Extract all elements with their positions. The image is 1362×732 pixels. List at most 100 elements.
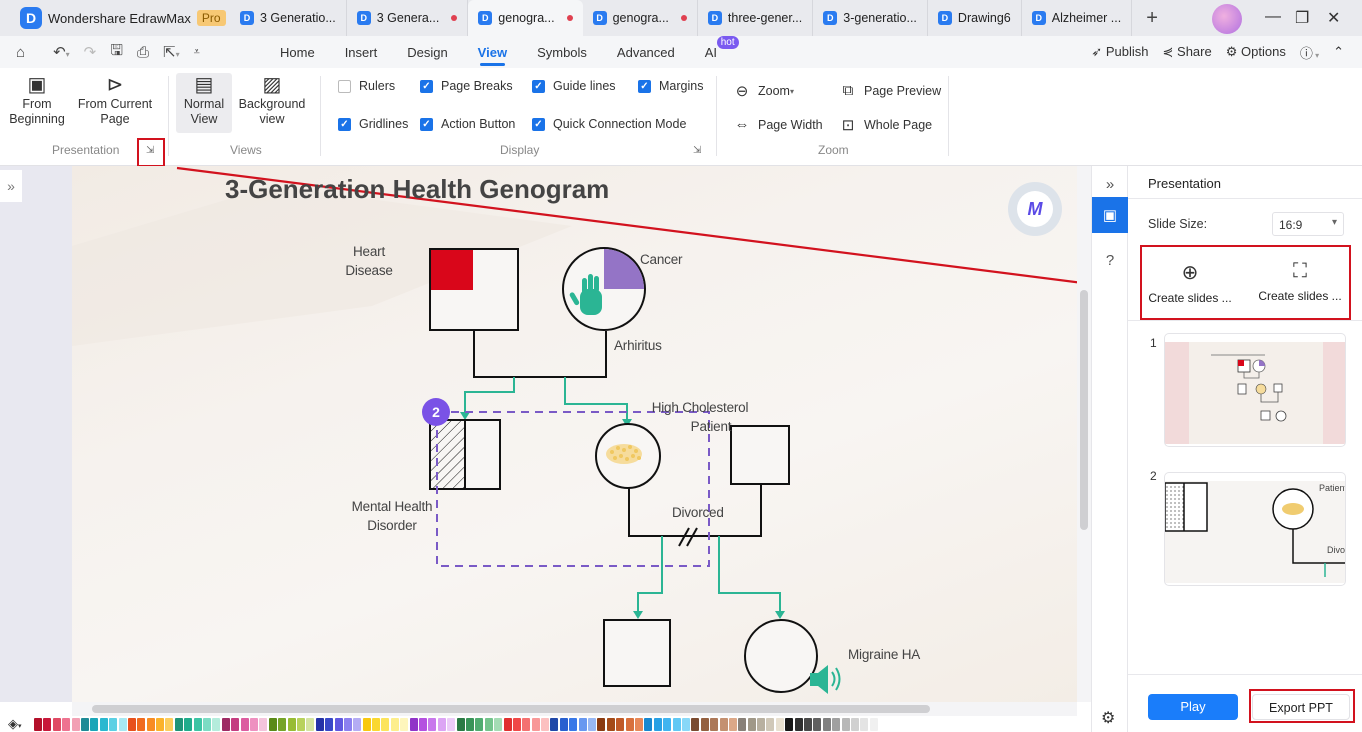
checkbox-box[interactable]: ✓ [338, 117, 351, 131]
vertical-scroll-thumb[interactable] [1080, 290, 1088, 530]
background-view-button[interactable]: ▨ Background view [236, 75, 308, 127]
cancer-label[interactable]: Cancer [640, 250, 683, 269]
checkbox-margins[interactable]: ✓ Margins [638, 79, 703, 93]
color-swatch[interactable] [400, 717, 409, 731]
color-swatch[interactable] [52, 717, 61, 731]
color-swatch[interactable] [362, 717, 371, 731]
color-swatch[interactable] [644, 717, 653, 731]
display-dialog-launcher-icon[interactable]: ⇲ [693, 145, 701, 156]
color-swatch[interactable] [794, 717, 803, 731]
color-swatch[interactable] [80, 717, 89, 731]
color-swatch[interactable] [428, 717, 437, 731]
color-swatch[interactable] [850, 717, 859, 731]
document-tab[interactable]: Dgenogra... [583, 0, 698, 36]
color-swatch[interactable] [541, 717, 550, 731]
color-swatch[interactable] [804, 717, 813, 731]
color-swatch[interactable] [419, 717, 428, 731]
color-swatch[interactable] [757, 717, 766, 731]
whole-page-button[interactable]: ⊡ Whole Page [840, 116, 932, 134]
color-swatch[interactable] [71, 717, 80, 731]
color-swatch[interactable] [663, 717, 672, 731]
play-button[interactable]: Play [1148, 694, 1238, 720]
color-swatch[interactable] [860, 717, 869, 731]
save-icon[interactable]: 🖫 [110, 40, 123, 65]
color-swatch[interactable] [785, 717, 794, 731]
color-swatch[interactable] [249, 717, 258, 731]
color-swatch[interactable] [672, 717, 681, 731]
color-swatch[interactable] [353, 717, 362, 731]
color-swatch[interactable] [156, 717, 165, 731]
create-slides-button-1[interactable]: ⊕ Create slides ... [1140, 260, 1240, 305]
color-swatch[interactable] [653, 717, 662, 731]
menu-tab-design[interactable]: Design [407, 36, 447, 68]
color-swatch[interactable] [409, 717, 418, 731]
menu-tab-symbols[interactable]: Symbols [537, 36, 587, 68]
help-icon[interactable]: ⓘ ▾ [1300, 43, 1319, 62]
color-swatch[interactable] [437, 717, 446, 731]
heart-disease-label[interactable]: Heart Disease [334, 242, 404, 280]
color-swatch[interactable] [869, 717, 878, 731]
color-swatch[interactable] [109, 717, 118, 731]
menu-tab-advanced[interactable]: Advanced [617, 36, 675, 68]
color-swatch[interactable] [710, 717, 719, 731]
color-swatch[interactable] [494, 717, 503, 731]
menu-tab-insert[interactable]: Insert [345, 36, 378, 68]
color-swatch[interactable] [278, 717, 287, 731]
publish-button[interactable]: ➶ Publish [1091, 44, 1148, 60]
color-swatch[interactable] [174, 717, 183, 731]
color-swatch[interactable] [137, 717, 146, 731]
color-swatch[interactable] [728, 717, 737, 731]
color-swatch[interactable] [165, 717, 174, 731]
document-tab[interactable]: D 3-generatio... [813, 0, 928, 36]
color-swatch[interactable] [184, 717, 193, 731]
color-swatch[interactable] [747, 717, 756, 731]
color-swatch[interactable] [635, 717, 643, 731]
expand-left-panel-icon[interactable]: » [0, 170, 22, 202]
from-beginning-button[interactable]: ▣ From Beginning [8, 75, 66, 127]
color-swatch[interactable] [221, 717, 230, 731]
fill-bucket-icon[interactable]: ◈▾ [8, 716, 34, 732]
color-swatch[interactable] [193, 717, 202, 731]
color-swatch[interactable] [813, 717, 822, 731]
color-swatch[interactable] [531, 717, 540, 731]
color-swatch[interactable] [822, 717, 831, 731]
color-swatch[interactable] [569, 717, 578, 731]
color-swatch[interactable] [231, 717, 240, 731]
zoom-button[interactable]: ⊖ Zoom ▾ [734, 82, 794, 100]
color-swatch[interactable] [90, 717, 99, 731]
color-swatch[interactable] [465, 717, 474, 731]
color-swatch[interactable] [306, 717, 315, 731]
color-swatch[interactable] [597, 717, 606, 731]
page-preview-button[interactable]: ⧉ Page Preview [840, 82, 941, 99]
menu-tab-view[interactable]: View [478, 36, 507, 68]
checkbox-action-button[interactable]: ✓ Action Button [420, 117, 515, 131]
print-icon[interactable]: ⎙ [137, 44, 149, 61]
pro-badge[interactable]: Pro [196, 10, 226, 26]
color-swatch[interactable] [606, 717, 615, 731]
color-swatch[interactable] [775, 717, 784, 731]
child-male-symbol[interactable] [603, 619, 671, 687]
redo-icon[interactable]: ↷ [84, 43, 97, 61]
color-swatch[interactable] [334, 717, 343, 731]
color-swatch[interactable] [268, 717, 277, 731]
high-cholesterol-label[interactable]: High Cholesterol Patient [635, 398, 765, 436]
slide-thumbnail-2[interactable]: Patient Divorc [1164, 472, 1346, 586]
color-swatch[interactable] [390, 717, 399, 731]
checkbox-box[interactable]: ✓ [532, 79, 545, 93]
color-swatch[interactable] [588, 717, 597, 731]
color-swatch[interactable] [43, 717, 52, 731]
color-swatch[interactable] [719, 717, 728, 731]
ai-assistant-button[interactable]: M [1008, 182, 1062, 236]
menu-tab-home[interactable]: Home [280, 36, 315, 68]
color-swatch[interactable] [578, 717, 587, 731]
color-swatch[interactable] [34, 717, 42, 731]
color-swatch[interactable] [118, 717, 127, 731]
close-button[interactable]: ✕ [1327, 8, 1340, 28]
undo-icon[interactable]: ↶▾ [53, 43, 70, 61]
normal-view-button[interactable]: ▤ Normal View [176, 73, 232, 133]
color-swatch[interactable] [296, 717, 305, 731]
checkbox-guide-lines[interactable]: ✓ Guide lines [532, 79, 616, 93]
color-swatch[interactable] [99, 717, 108, 731]
drawing-canvas[interactable]: 3-Generation Health Genogram Heart Diseas… [72, 166, 1077, 702]
export-icon[interactable]: ⇱▾ [163, 43, 180, 61]
